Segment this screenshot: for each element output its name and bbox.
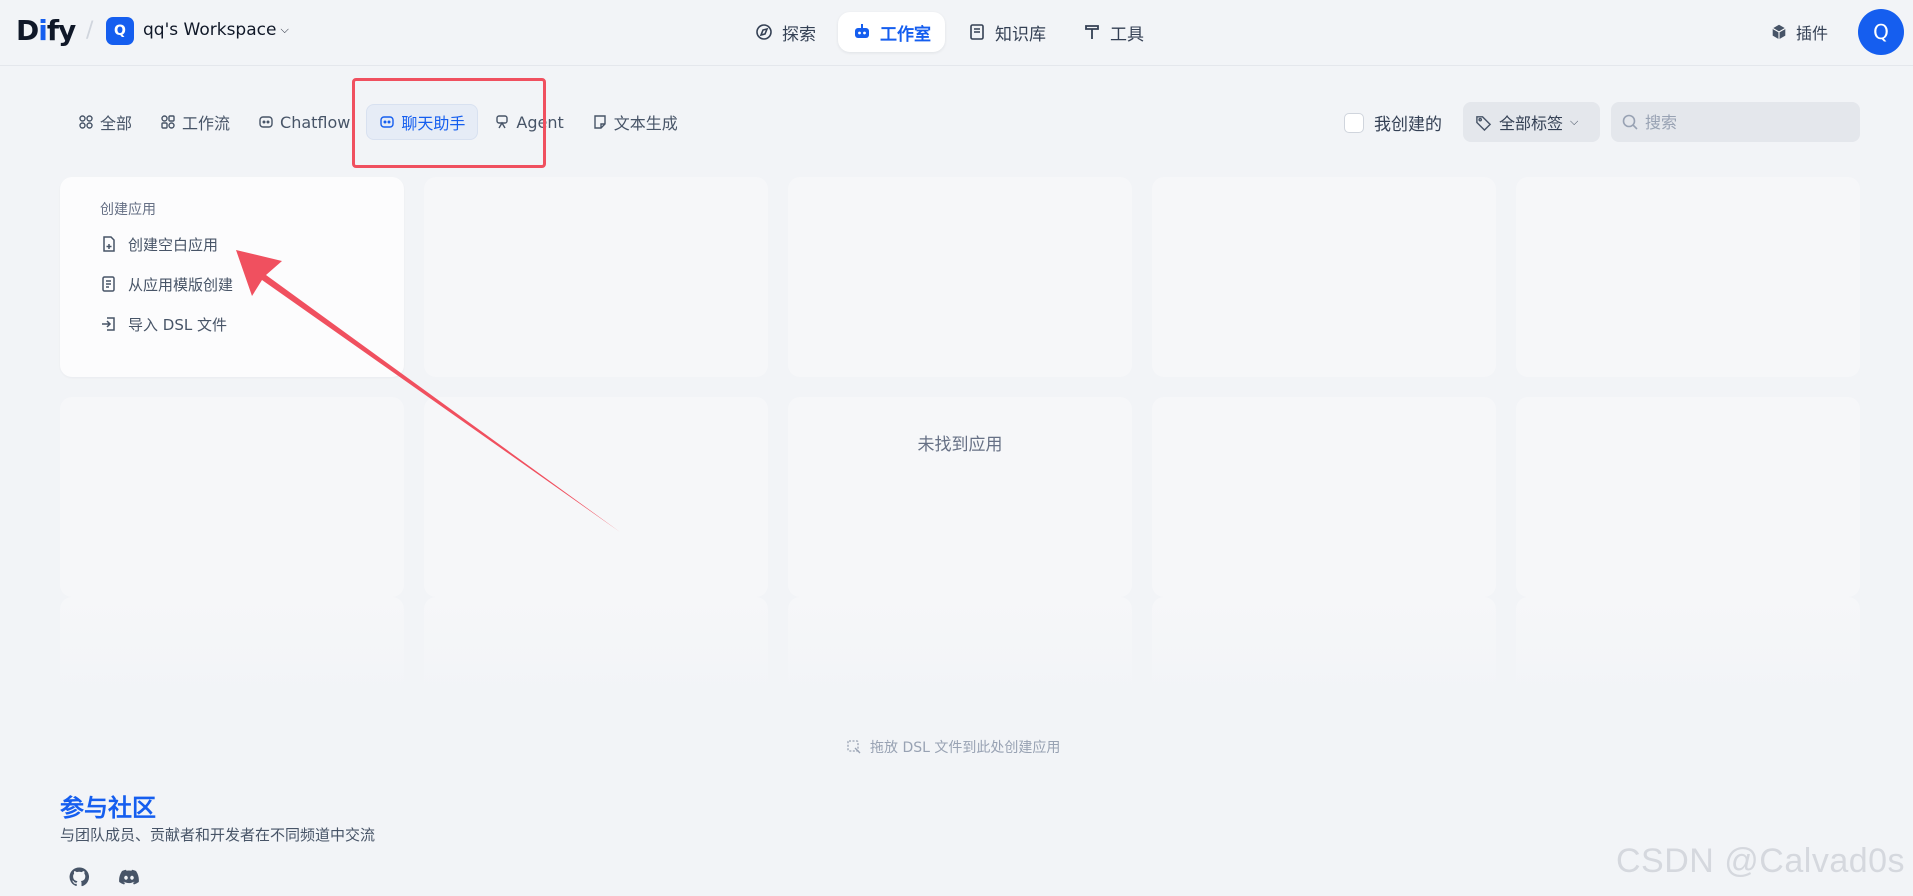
main-nav: 探索 工作室 知识库 工具: [740, 12, 1158, 52]
watermark: CSDN @Calvad0s: [1616, 842, 1906, 880]
placeholder-card: [424, 177, 768, 377]
import-icon: [102, 317, 115, 331]
dify-logo[interactable]: Dify: [16, 14, 76, 47]
compass-icon: [756, 24, 772, 40]
tab-text-generation[interactable]: 文本生成: [580, 104, 690, 140]
cube-icon: [1772, 24, 1786, 40]
placeholder-card: [60, 397, 404, 597]
placeholder-card: [788, 397, 1132, 597]
app-type-tabs: 全部 工作流 Chatflow 聊天助手 Agent 文本生成: [66, 104, 690, 140]
drop-file-icon: [847, 740, 861, 754]
chevron-down-icon: ⌵: [280, 23, 289, 36]
search-icon: [1622, 114, 1638, 130]
import-dsl-button[interactable]: 导入 DSL 文件: [100, 311, 404, 337]
chevron-down-icon: ⌵: [1570, 115, 1579, 128]
workspace-avatar[interactable]: Q: [106, 17, 134, 45]
create-app-title: 创建应用: [100, 202, 156, 218]
discord-icon[interactable]: [118, 866, 140, 888]
community-title: 参与社区: [60, 794, 156, 822]
header-divider: /: [86, 18, 94, 43]
user-avatar[interactable]: Q: [1858, 9, 1904, 55]
placeholder-card: [60, 597, 404, 697]
template-icon: [102, 276, 115, 292]
robot-icon: [855, 24, 869, 38]
top-header: Dify / Q qq's Workspace ⌵ 探索 工作室 知识库 工具 …: [0, 0, 1913, 66]
chat-bot-icon: [380, 116, 395, 128]
create-blank-app-button[interactable]: 创建空白应用: [100, 231, 404, 257]
created-by-me-filter[interactable]: 我创建的: [1344, 110, 1442, 135]
placeholder-card: [1152, 397, 1496, 597]
social-links: [68, 866, 140, 888]
nav-tools[interactable]: 工具: [1068, 12, 1158, 52]
community-description: 与团队成员、贡献者和开发者在不同频道中交流: [60, 826, 376, 844]
nav-knowledge[interactable]: 知识库: [953, 12, 1060, 52]
placeholder-card: [1516, 597, 1860, 697]
nav-studio[interactable]: 工作室: [838, 12, 945, 52]
file-plus-icon: [103, 236, 115, 252]
placeholder-card: [424, 397, 768, 597]
search-input[interactable]: [1645, 112, 1845, 132]
placeholder-card: [1516, 177, 1860, 377]
book-icon: [970, 24, 984, 40]
tab-chat-assistant[interactable]: 聊天助手: [366, 104, 479, 140]
drop-dsl-hint: 拖放 DSL 文件到此处创建应用: [846, 737, 1060, 757]
create-from-template-button[interactable]: 从应用模版创建: [100, 271, 404, 297]
workflow-icon: [161, 115, 175, 129]
placeholder-card: [788, 177, 1132, 377]
plugins-button[interactable]: 插件: [1770, 20, 1828, 44]
placeholder-card: [424, 597, 768, 697]
tab-agent[interactable]: Agent: [482, 104, 575, 140]
tab-all[interactable]: 全部: [66, 104, 144, 140]
workspace-switcher[interactable]: qq's Workspace ⌵: [143, 20, 289, 40]
github-icon[interactable]: [68, 866, 90, 888]
search-box: [1611, 102, 1860, 142]
chatflow-icon: [259, 116, 273, 128]
created-by-me-checkbox[interactable]: [1344, 112, 1364, 133]
placeholder-card: [1152, 177, 1496, 377]
nav-explore[interactable]: 探索: [740, 12, 830, 52]
hammer-icon: [1085, 25, 1099, 39]
grid-icon: [79, 115, 93, 129]
tab-chatflow[interactable]: Chatflow: [246, 104, 362, 140]
note-icon: [594, 115, 606, 129]
tag-filter-select[interactable]: 全部标签 ⌵: [1463, 102, 1600, 142]
create-app-card: 创建应用 创建空白应用 从应用模版创建 导入 DSL 文件: [60, 177, 404, 377]
placeholder-card: [788, 597, 1132, 697]
tag-icon: [1476, 115, 1492, 131]
workspace-name: qq's Workspace: [143, 20, 277, 40]
placeholder-card: [1516, 397, 1860, 597]
empty-state-text: 未找到应用: [917, 435, 1003, 455]
placeholder-card: [1152, 597, 1496, 697]
tab-workflow[interactable]: 工作流: [148, 104, 242, 140]
agent-icon: [496, 115, 509, 129]
